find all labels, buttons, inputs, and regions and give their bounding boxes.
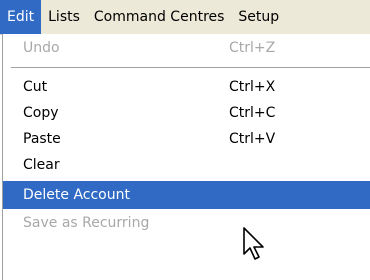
menu-item-shortcut: Ctrl+C xyxy=(229,105,276,121)
menu-item-label: Cut xyxy=(23,79,48,95)
edit-dropdown-menu: Undo Ctrl+Z Cut Ctrl+X Copy Ctrl+C Paste… xyxy=(2,34,370,280)
menu-item-shortcut: Ctrl+X xyxy=(229,79,276,95)
menu-item-label: Save as Recurring xyxy=(23,215,150,231)
menu-item-shortcut: Ctrl+Z xyxy=(229,40,276,56)
menu-separator xyxy=(11,67,370,69)
menu-setup[interactable]: Setup xyxy=(231,0,286,34)
menu-item-cut[interactable]: Cut Ctrl+X xyxy=(3,73,370,101)
arrow-cursor-icon xyxy=(243,227,264,260)
menu-item-clear[interactable]: Clear xyxy=(3,151,370,179)
menu-item-delete-account[interactable]: Delete Account xyxy=(3,181,370,209)
menu-item-label: Paste xyxy=(23,131,61,147)
menu-item-label: Delete Account xyxy=(23,187,130,203)
menu-lists[interactable]: Lists xyxy=(41,0,87,34)
menu-item-undo[interactable]: Undo Ctrl+Z xyxy=(3,34,370,62)
menu-item-label: Clear xyxy=(23,157,60,173)
menu-item-paste[interactable]: Paste Ctrl+V xyxy=(3,125,370,153)
menu-item-copy[interactable]: Copy Ctrl+C xyxy=(3,99,370,127)
menu-item-shortcut: Ctrl+V xyxy=(229,131,276,147)
menu-edit[interactable]: Edit xyxy=(0,0,42,34)
menu-item-save-as-recurring[interactable]: Save as Recurring xyxy=(3,209,370,237)
menu-item-label: Undo xyxy=(23,40,60,56)
menu-item-label: Copy xyxy=(23,105,59,121)
menu-command-centres[interactable]: Command Centres xyxy=(87,0,232,34)
menu-bar: Edit Lists Command Centres Setup xyxy=(0,0,370,35)
